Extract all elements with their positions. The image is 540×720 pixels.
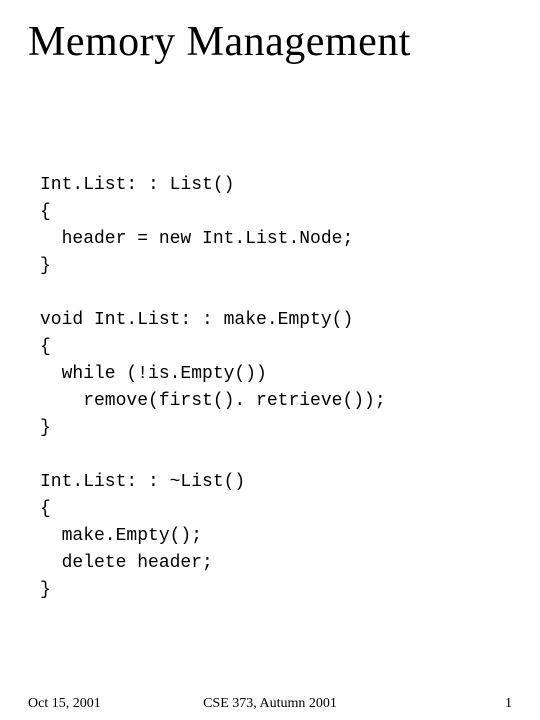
code-line: {: [40, 202, 51, 222]
code-line: make.Empty();: [40, 526, 202, 546]
code-line: while (!is.Empty()): [40, 364, 267, 384]
slide: Memory Management Int.List: : List() { h…: [0, 0, 540, 720]
code-line: void Int.List: : make.Empty(): [40, 310, 353, 330]
code-line: {: [40, 337, 51, 357]
code-line: delete header;: [40, 553, 213, 573]
code-line: {: [40, 499, 51, 519]
code-line: }: [40, 580, 51, 600]
code-line: remove(first(). retrieve());: [40, 391, 386, 411]
code-line: }: [40, 418, 51, 438]
code-line: }: [40, 256, 51, 276]
footer-page-number: 1: [505, 696, 512, 712]
footer-course: CSE 373, Autumn 2001: [0, 696, 540, 712]
code-line: header = new Int.List.Node;: [40, 229, 353, 249]
code-block: Int.List: : List() { header = new Int.Li…: [40, 145, 386, 604]
code-line: Int.List: : List(): [40, 175, 234, 195]
code-line: Int.List: : ~List(): [40, 472, 245, 492]
page-title: Memory Management: [28, 18, 411, 66]
